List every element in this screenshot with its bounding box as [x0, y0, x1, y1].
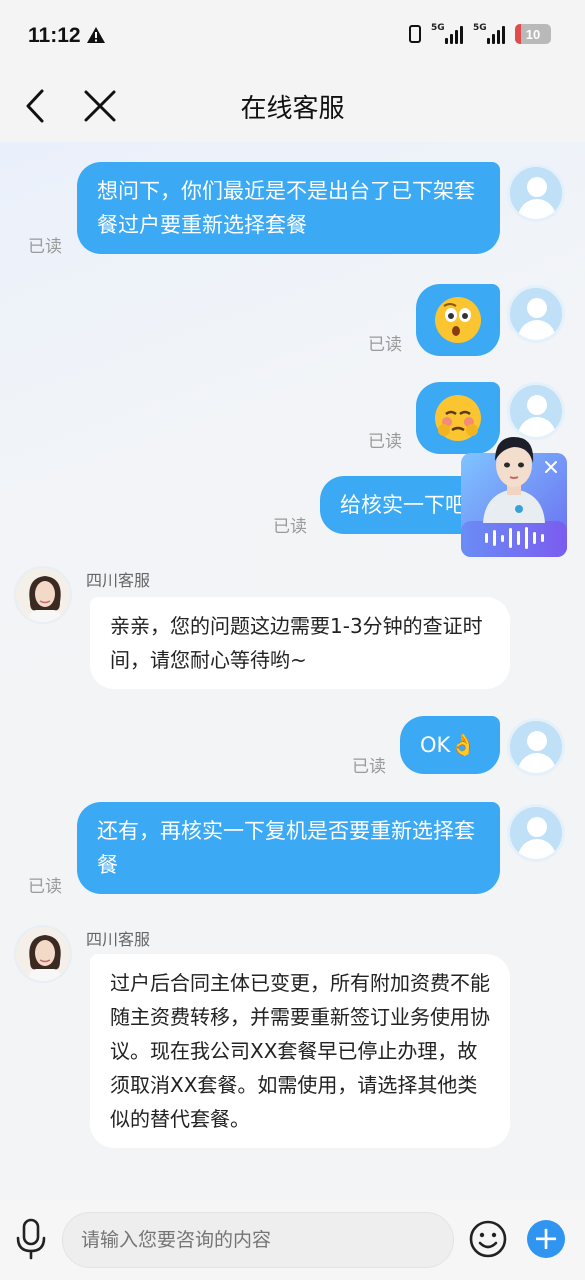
voice-assistant-widget[interactable]: [461, 427, 567, 557]
read-status: 已读: [368, 335, 402, 355]
message-input[interactable]: [62, 1212, 454, 1268]
voice-assistant-avatar-icon: [461, 437, 567, 557]
battery-level: 10: [525, 26, 541, 42]
read-status: 已读: [273, 517, 307, 537]
microphone-icon[interactable]: [14, 1218, 48, 1260]
user-avatar[interactable]: [507, 718, 565, 776]
bot-message-bubble[interactable]: 过户后合同主体已变更，所有附加资费不能随主资费转移，并需要重新签订业务使用协议。…: [90, 954, 510, 1148]
read-status: 已读: [352, 757, 386, 777]
network-type-label-2: 5G: [473, 23, 487, 33]
warning-icon: [87, 27, 105, 43]
add-attachment-button[interactable]: +: [527, 1220, 565, 1258]
signal-icon-1: 5G: [431, 23, 463, 44]
chat-area[interactable]: 想问下，你们最近是不是出台了已下架套餐过户要重新选择套餐 已读 已读 已读 给核…: [0, 142, 585, 1200]
status-icons: 5G 5G 10: [409, 23, 551, 44]
bot-avatar[interactable]: [14, 566, 72, 624]
status-time: 11:12: [28, 24, 81, 47]
bot-message-bubble[interactable]: 亲亲，您的问题这边需要1-3分钟的查证时间，请您耐心等待哟~: [90, 597, 510, 689]
battery-icon: 10: [515, 24, 551, 44]
read-status: 已读: [368, 432, 402, 452]
agent-photo-icon: [16, 568, 70, 622]
bot-avatar[interactable]: [14, 925, 72, 983]
user-message-bubble[interactable]: OK👌: [400, 716, 500, 774]
user-avatar[interactable]: [507, 804, 565, 862]
user-avatar[interactable]: [507, 285, 565, 343]
read-status: 已读: [28, 237, 62, 257]
user-message-bubble[interactable]: 想问下，你们最近是不是出台了已下架套餐过户要重新选择套餐: [77, 162, 500, 254]
emoji-icon[interactable]: [469, 1220, 507, 1258]
user-emoji-bubble[interactable]: [416, 284, 500, 356]
surprised-emoji-icon: [435, 297, 481, 343]
user-avatar[interactable]: [507, 164, 565, 222]
signal-icon-2: 5G: [473, 23, 505, 44]
read-status: 已读: [28, 877, 62, 897]
network-type-label: 5G: [431, 23, 445, 33]
input-bar: +: [0, 1200, 585, 1280]
bot-name: 四川客服: [86, 571, 151, 590]
user-message-bubble[interactable]: 还有，再核实一下复机是否要重新选择套餐: [77, 802, 500, 894]
bot-name: 四川客服: [86, 930, 151, 949]
page-title: 在线客服: [240, 94, 345, 124]
status-bar: 11:12 5G 5G 10: [0, 0, 585, 72]
nav-bar: 在线客服: [0, 72, 585, 142]
agent-photo-icon: [16, 927, 70, 981]
vibrate-icon: [409, 25, 421, 43]
